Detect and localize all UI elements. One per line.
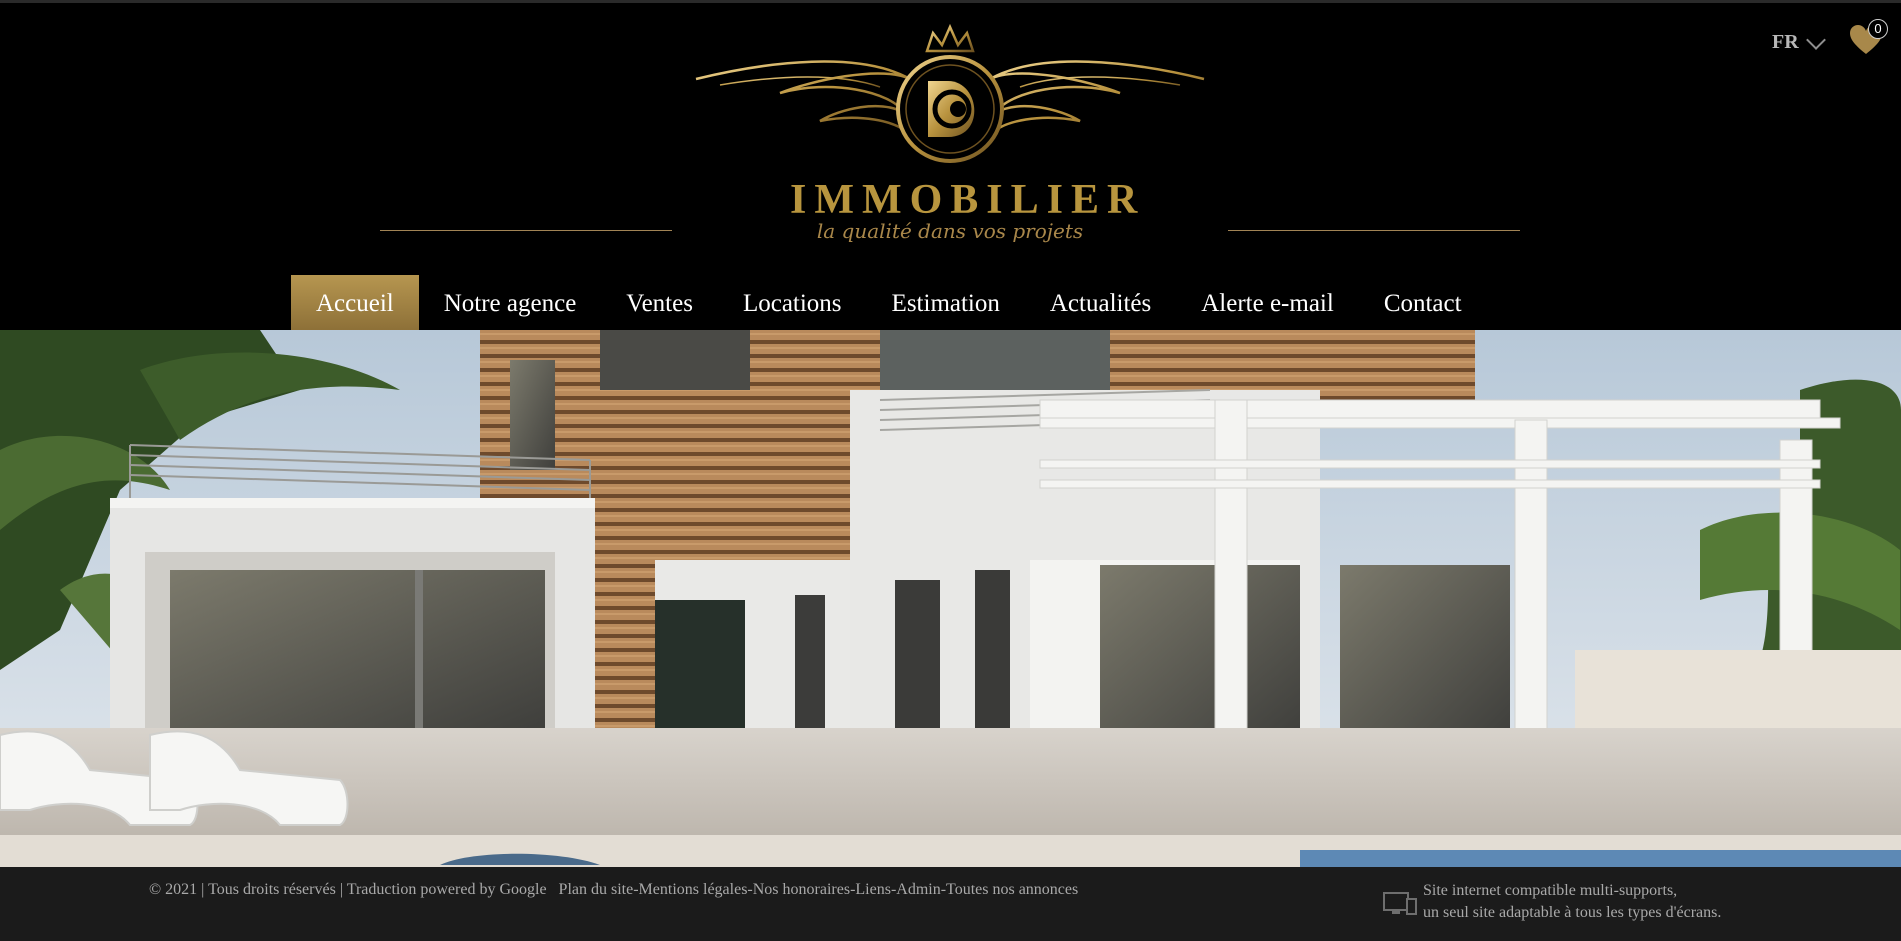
responsive-notice-line2: un seul site adaptable à tous les types … [1423,904,1722,921]
site-header: IMMOBILIER la qualité dans vos projets F… [0,0,1901,332]
nav-item-accueil[interactable]: Accueil [291,275,419,332]
responsive-notice-line1: Site internet compatible multi-supports, [1423,882,1678,899]
nav-item-contact[interactable]: Contact [1359,275,1487,332]
brand-tagline: la qualité dans vos projets [816,219,1084,243]
footer-link-nos-honoraires[interactable]: Nos honoraires [753,881,850,899]
nav-item-notre-agence[interactable]: Notre agence [419,275,602,332]
header-divider-left [380,230,672,231]
footer-link-toutes-nos-annonces[interactable]: Toutes nos annonces [946,881,1078,899]
brand-logo[interactable]: IMMOBILIER la qualité dans vos projets [690,21,1210,261]
responsive-notice: Site internet compatible multi-supports,… [1423,880,1721,924]
chevron-down-icon [1805,29,1826,50]
header-divider-right [1228,230,1520,231]
hero-image [0,330,1901,867]
language-label: FR [1772,31,1799,53]
footer-links-bar: © 2021 | Tous droits réservés | Traducti… [149,881,1078,899]
nav-item-ventes[interactable]: Ventes [601,275,718,332]
nav-item-estimation[interactable]: Estimation [867,275,1025,332]
logo-emblem-icon [695,23,1205,163]
villa-photo [0,330,1901,867]
brand-name: IMMOBILIER [790,177,1146,223]
language-selector[interactable]: FR [1772,29,1826,54]
footer-link-mentions-legales[interactable]: Mentions légales [639,881,748,899]
nav-item-actualites[interactable]: Actualités [1025,275,1176,332]
favorites-count-badge: 0 [1868,19,1888,39]
nav-item-alerte-email[interactable]: Alerte e-mail [1176,275,1359,332]
multi-device-icon [1383,892,1417,915]
footer-link-liens[interactable]: Liens [855,881,891,899]
footer-copyright: © 2021 | Tous droits réservés | Traducti… [149,881,547,898]
site-footer: © 2021 | Tous droits réservés | Traducti… [0,867,1901,941]
footer-link-admin[interactable]: Admin [896,881,940,899]
nav-item-locations[interactable]: Locations [718,275,867,332]
footer-link-plan-du-site[interactable]: Plan du site [559,881,634,899]
main-navigation: Accueil Notre agence Ventes Locations Es… [291,275,1487,332]
